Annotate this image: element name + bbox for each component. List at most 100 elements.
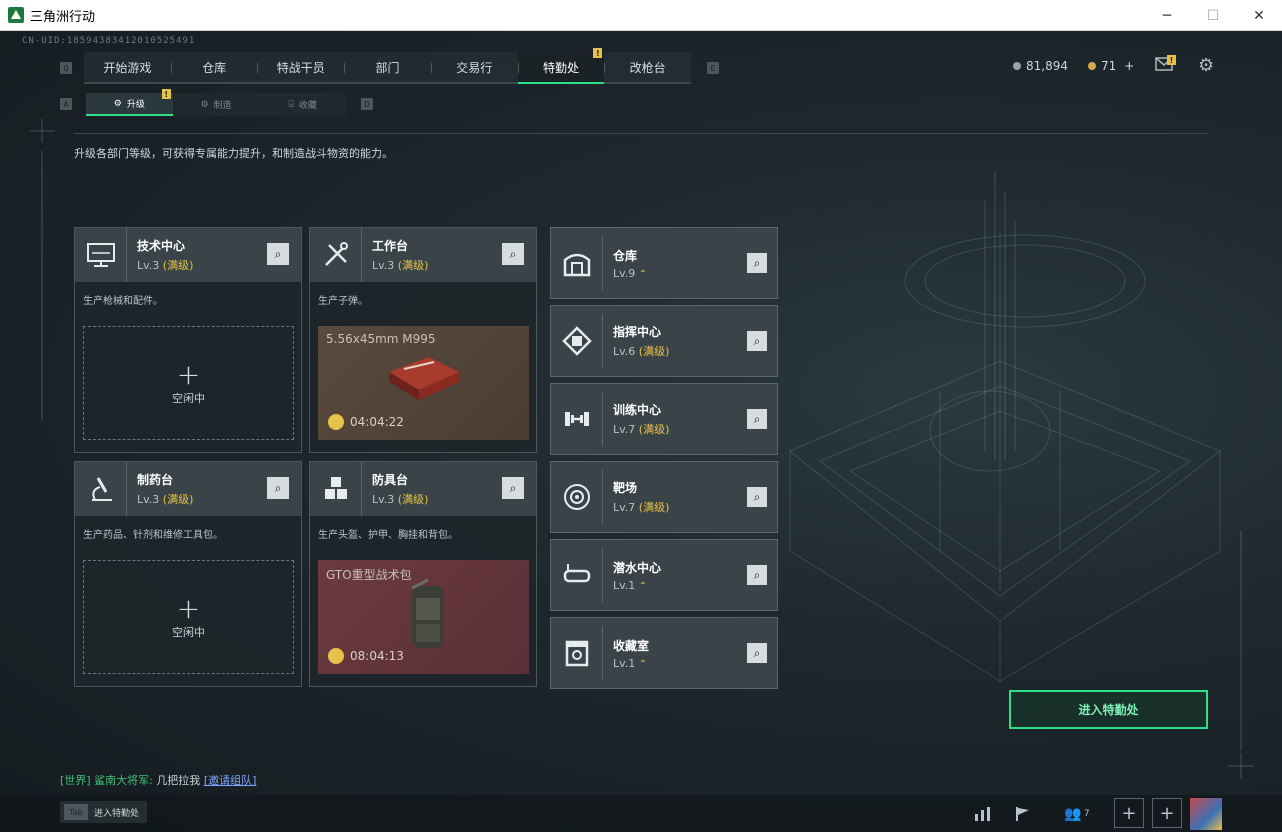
magnifier-icon: ⌕ xyxy=(753,489,761,504)
station-card-workbench[interactable]: 工作台 Lv.3 (满级) ⌕ 生产子弹。 5.56x45mm M995 04:… xyxy=(309,227,537,453)
idle-label: 空闲中 xyxy=(172,392,205,405)
enter-special-ops-button[interactable]: 进入特勤处 xyxy=(1009,690,1208,729)
app-logo-icon xyxy=(8,7,24,23)
facility-name: 仓库 xyxy=(613,248,638,263)
inspect-button[interactable]: ⌕ xyxy=(747,331,767,351)
idle-slot[interactable]: + 空闲中 xyxy=(83,326,294,440)
facility-card-warehouse[interactable]: 仓库 Lv.9 ⌃ ⌕ xyxy=(550,227,778,299)
facility-card-shooting-range[interactable]: 靶场 Lv.7 (满级) ⌕ xyxy=(550,461,778,533)
tab-operators[interactable]: 特战干员 xyxy=(257,52,344,82)
inspect-button[interactable]: ⌕ xyxy=(502,477,524,499)
max-level-tag: (满级) xyxy=(638,345,670,358)
page-description: 升级各部门等级，可获得专属能力提升，和制造战斗物资的能力。 xyxy=(74,147,393,160)
maximize-button[interactable]: ☐ xyxy=(1190,0,1236,31)
cubes-icon xyxy=(310,462,362,516)
collection-room-icon xyxy=(551,626,603,680)
station-card-tech-center[interactable]: 技术中心 Lv.3 (满级) ⌕ 生产枪械和配件。 + 空闲中 xyxy=(74,227,302,453)
target-icon xyxy=(551,470,603,524)
friends-button[interactable]: 👥 7 xyxy=(1060,799,1094,829)
tab-start-game[interactable]: 开始游戏 xyxy=(84,52,171,82)
facility-name: 训练中心 xyxy=(613,403,662,417)
close-button[interactable]: ✕ xyxy=(1236,0,1282,31)
station-name: 防具台 xyxy=(372,473,409,487)
upgrade-available-icon: ⌃ xyxy=(638,658,648,670)
tab-shortcut[interactable]: Tab 进入特勤处 xyxy=(60,801,148,823)
tab-gunsmith[interactable]: 改枪台 xyxy=(604,52,691,82)
subtab-upgrade[interactable]: ⚙ 升级 ! xyxy=(86,89,173,116)
subtab-upgrade-label: 升级 xyxy=(126,100,145,110)
station-card-armor-bench[interactable]: 防具台 Lv.3 (满级) ⌕ 生产头盔、护甲、胸挂和背包。 GTO重型战术包 … xyxy=(309,461,537,687)
settings-button[interactable]: ⚙ xyxy=(1198,55,1214,76)
nav-key-e: E xyxy=(707,62,719,74)
divider xyxy=(74,133,1208,134)
computer-icon xyxy=(75,228,127,282)
upgrade-available-icon: ⌃ xyxy=(638,268,648,280)
currency-tokens[interactable]: 71 + xyxy=(1088,59,1134,73)
tab-warehouse[interactable]: 仓库 xyxy=(170,52,258,82)
tab-department[interactable]: 部门 xyxy=(344,52,431,82)
max-level-tag: (满级) xyxy=(162,259,194,272)
inspect-button[interactable]: ⌕ xyxy=(267,243,289,265)
gear-icon: ⚙ xyxy=(1198,55,1215,76)
timer-value: 08:04:13 xyxy=(350,649,404,663)
craft-icon: ⚙ xyxy=(200,99,209,110)
window-titlebar: 三角洲行动 ─ ☐ ✕ xyxy=(0,0,1282,31)
station-card-pharmacy[interactable]: 制药台 Lv.3 (满级) ⌕ 生产药品、针剂和维修工具包。 + 空闲中 xyxy=(74,461,302,687)
invite-team-link[interactable]: [邀请组队] xyxy=(204,774,257,787)
facility-card-diving-center[interactable]: 潜水中心 Lv.1 ⌃ ⌕ xyxy=(550,539,778,611)
tools-icon xyxy=(310,228,362,282)
mail-badge: ! xyxy=(1167,55,1176,65)
facility-card-training-center[interactable]: 训练中心 Lv.7 (满级) ⌕ xyxy=(550,383,778,455)
backpack-icon xyxy=(411,578,444,648)
add-icon: + xyxy=(176,358,201,391)
max-level-tag: (满级) xyxy=(162,493,194,506)
stats-button[interactable] xyxy=(968,799,998,829)
station-description: 生产药品、针剂和维修工具包。 xyxy=(83,530,223,541)
tab-special-ops[interactable]: 特勤处 ! xyxy=(517,48,605,84)
sub-nav: ⚙ 升级 ! ⚙ 制造 ⌹ 收藏 xyxy=(86,89,346,116)
facility-name: 收藏室 xyxy=(613,638,650,653)
production-slot[interactable]: GTO重型战术包 08:04:13 xyxy=(318,560,529,674)
inspect-button[interactable]: ⌕ xyxy=(267,477,289,499)
subtab-collection[interactable]: ⌹ 收藏 xyxy=(259,93,346,116)
facility-level: Lv.6 xyxy=(613,345,636,358)
station-name: 制药台 xyxy=(137,473,174,487)
command-center-icon xyxy=(551,314,603,368)
chat-sender[interactable]: 鲨南大将军: xyxy=(94,774,153,787)
inspect-button[interactable]: ⌕ xyxy=(747,253,767,273)
tab-trading[interactable]: 交易行 xyxy=(430,52,518,82)
subtab-craft-label: 制造 xyxy=(213,101,232,111)
flag-button[interactable] xyxy=(1008,799,1038,829)
game-viewport: CN-UID:18594383412010525491 Q 开始游戏 仓库 特战… xyxy=(0,31,1282,832)
add-slot-button-2[interactable]: + xyxy=(1152,798,1182,828)
facility-card-command-center[interactable]: 指挥中心 Lv.6 (满级) ⌕ xyxy=(550,305,778,377)
plus-icon: + xyxy=(1121,802,1137,824)
station-level: Lv.3 xyxy=(372,493,395,506)
main-nav: 开始游戏 仓库 特战干员 部门 交易行 特勤处 ! 改枪台 xyxy=(84,48,691,84)
subtab-craft[interactable]: ⚙ 制造 xyxy=(173,93,260,116)
station-description: 生产子弹。 xyxy=(318,296,368,307)
currency-coins: 81,894 xyxy=(1013,59,1068,73)
microscope-icon xyxy=(75,462,127,516)
facility-card-collection-room[interactable]: 收藏室 Lv.1 ⌃ ⌕ xyxy=(550,617,778,689)
inspect-button[interactable]: ⌕ xyxy=(747,409,767,429)
production-slot[interactable]: 5.56x45mm M995 04:04:22 xyxy=(318,326,529,440)
mail-button[interactable]: ! xyxy=(1155,55,1176,71)
inspect-button[interactable]: ⌕ xyxy=(747,643,767,663)
add-slot-button-1[interactable]: + xyxy=(1114,798,1144,828)
facility-name: 指挥中心 xyxy=(613,325,662,339)
magnifier-icon: ⌕ xyxy=(753,567,761,582)
add-tokens-button[interactable]: + xyxy=(1124,59,1134,73)
inspect-button[interactable]: ⌕ xyxy=(502,243,524,265)
inspect-button[interactable]: ⌕ xyxy=(747,487,767,507)
bar-chart-icon xyxy=(975,807,990,821)
station-level: Lv.3 xyxy=(137,259,160,272)
max-level-tag: (满级) xyxy=(638,423,670,436)
inspect-button[interactable]: ⌕ xyxy=(747,565,767,585)
minimize-button[interactable]: ─ xyxy=(1144,0,1190,31)
idle-slot[interactable]: + 空闲中 xyxy=(83,560,294,674)
coin-icon xyxy=(1013,62,1021,70)
chat-channel[interactable]: [世界] xyxy=(60,774,91,787)
window-title: 三角洲行动 xyxy=(30,9,96,25)
avatar[interactable] xyxy=(1190,798,1222,830)
